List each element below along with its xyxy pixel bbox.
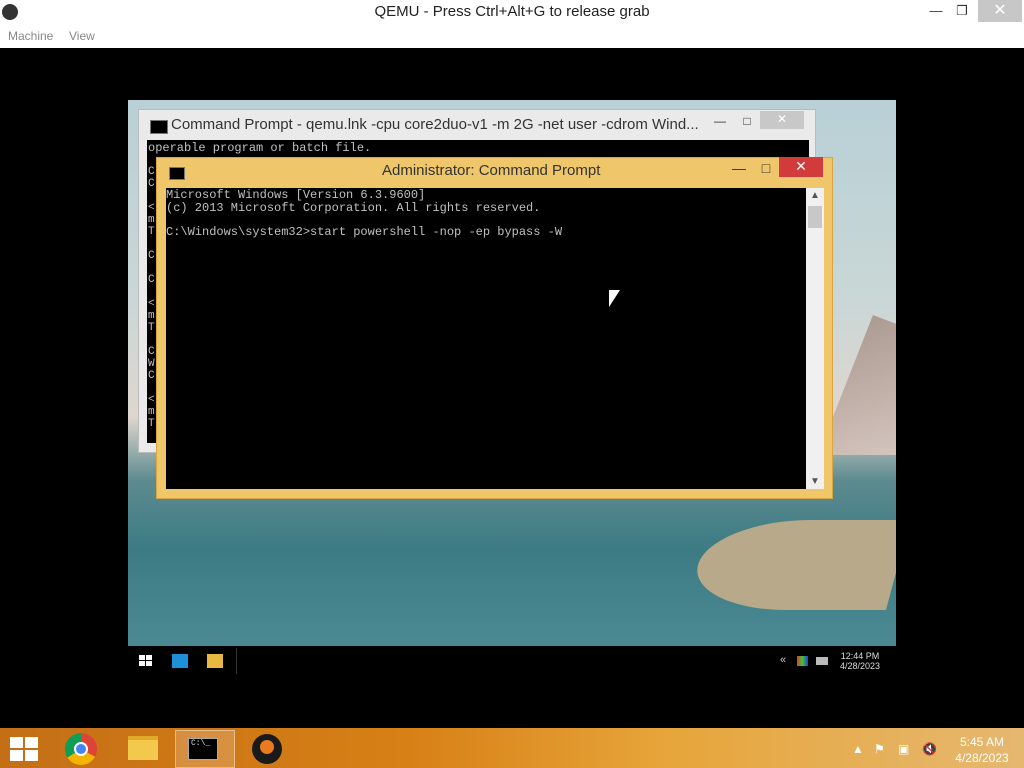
- console-char: m: [148, 214, 155, 226]
- restore-button[interactable]: ❐: [946, 0, 978, 22]
- console-char: C: [148, 370, 155, 382]
- tray-expand-icon[interactable]: ▲: [852, 742, 864, 756]
- menu-bar: [0, 24, 1024, 48]
- console-char: C: [148, 178, 155, 190]
- console-char: m: [148, 406, 155, 418]
- guest-clock[interactable]: 12:44 PM 4/28/2023: [830, 651, 890, 671]
- host-clock-time: 5:45 AM: [959, 735, 1005, 749]
- vertical-scrollbar[interactable]: [806, 188, 824, 489]
- bg-maximize-button[interactable]: □: [734, 113, 760, 129]
- admin-maximize-button[interactable]: □: [753, 159, 779, 177]
- console-char: C: [148, 166, 155, 178]
- admin-cmd-title: Administrator: Command Prompt: [382, 162, 601, 179]
- window-title: QEMU - Press Ctrl+Alt+G to release grab: [374, 3, 650, 20]
- mouse-pointer-icon: [609, 290, 620, 307]
- scroll-down-icon[interactable]: ▼: [806, 476, 824, 487]
- start-icon[interactable]: [10, 737, 38, 761]
- console-char: <: [148, 202, 155, 214]
- bg-close-button[interactable]: ✕: [760, 111, 804, 129]
- qemu-icon[interactable]: [238, 730, 296, 766]
- file-explorer-icon[interactable]: [114, 730, 172, 766]
- cmd-icon: [150, 120, 168, 134]
- guest-clock-date: 4/28/2023: [839, 661, 881, 671]
- wallpaper-shore: [685, 520, 896, 610]
- admin-minimize-button[interactable]: —: [726, 159, 752, 177]
- menu-view[interactable]: View: [69, 24, 95, 48]
- console-line: (c) 2013 Microsoft Corporation. All righ…: [166, 201, 541, 215]
- console-char: m: [148, 310, 155, 322]
- close-button[interactable]: ✕: [978, 0, 1022, 22]
- console-line: C:\Windows\system32>start powershell -no…: [166, 225, 563, 239]
- console-char: C: [148, 274, 155, 286]
- guest-server-manager-icon[interactable]: [172, 654, 188, 668]
- menu-machine[interactable]: Machine: [8, 24, 53, 48]
- guest-tray-app-icon[interactable]: [797, 656, 808, 666]
- guest-file-explorer-icon[interactable]: [207, 654, 223, 668]
- network-icon[interactable]: ▣: [898, 742, 909, 756]
- volume-muted-icon[interactable]: 🔇: [922, 742, 937, 756]
- taskbar-divider: [236, 648, 237, 674]
- host-clock-date: 4/28/2023: [955, 751, 1009, 765]
- guest-clock-time: 12:44 PM: [840, 651, 880, 661]
- chrome-icon[interactable]: [52, 730, 110, 766]
- background-cmd-title: Command Prompt - qemu.lnk -cpu core2duo-…: [171, 116, 699, 133]
- console-char: <: [148, 394, 155, 406]
- console-char: T: [148, 322, 155, 334]
- console-line: operable program or batch file.: [148, 141, 372, 155]
- action-center-flag-icon[interactable]: ⚑: [874, 742, 885, 756]
- guest-keyboard-icon[interactable]: [816, 657, 828, 665]
- console-line: Microsoft Windows [Version 6.3.9600]: [166, 188, 426, 202]
- console-char: <: [148, 298, 155, 310]
- scroll-up-icon[interactable]: ▲: [806, 190, 824, 201]
- console-char: C: [148, 346, 155, 358]
- guest-tray-expand-icon[interactable]: «: [780, 654, 786, 666]
- cmd-icon: [169, 167, 185, 180]
- console-char: T: [148, 418, 155, 430]
- host-clock[interactable]: 5:45 AM 4/28/2023: [942, 734, 1022, 766]
- command-prompt-icon[interactable]: C:\_: [175, 730, 235, 768]
- admin-close-button[interactable]: ✕: [779, 157, 823, 177]
- scroll-thumb[interactable]: [808, 206, 822, 228]
- console-char: W: [148, 358, 155, 370]
- bg-minimize-button[interactable]: —: [707, 113, 733, 129]
- console-char: T: [148, 226, 155, 238]
- guest-start-icon[interactable]: [139, 655, 153, 668]
- console-char: C: [148, 250, 155, 262]
